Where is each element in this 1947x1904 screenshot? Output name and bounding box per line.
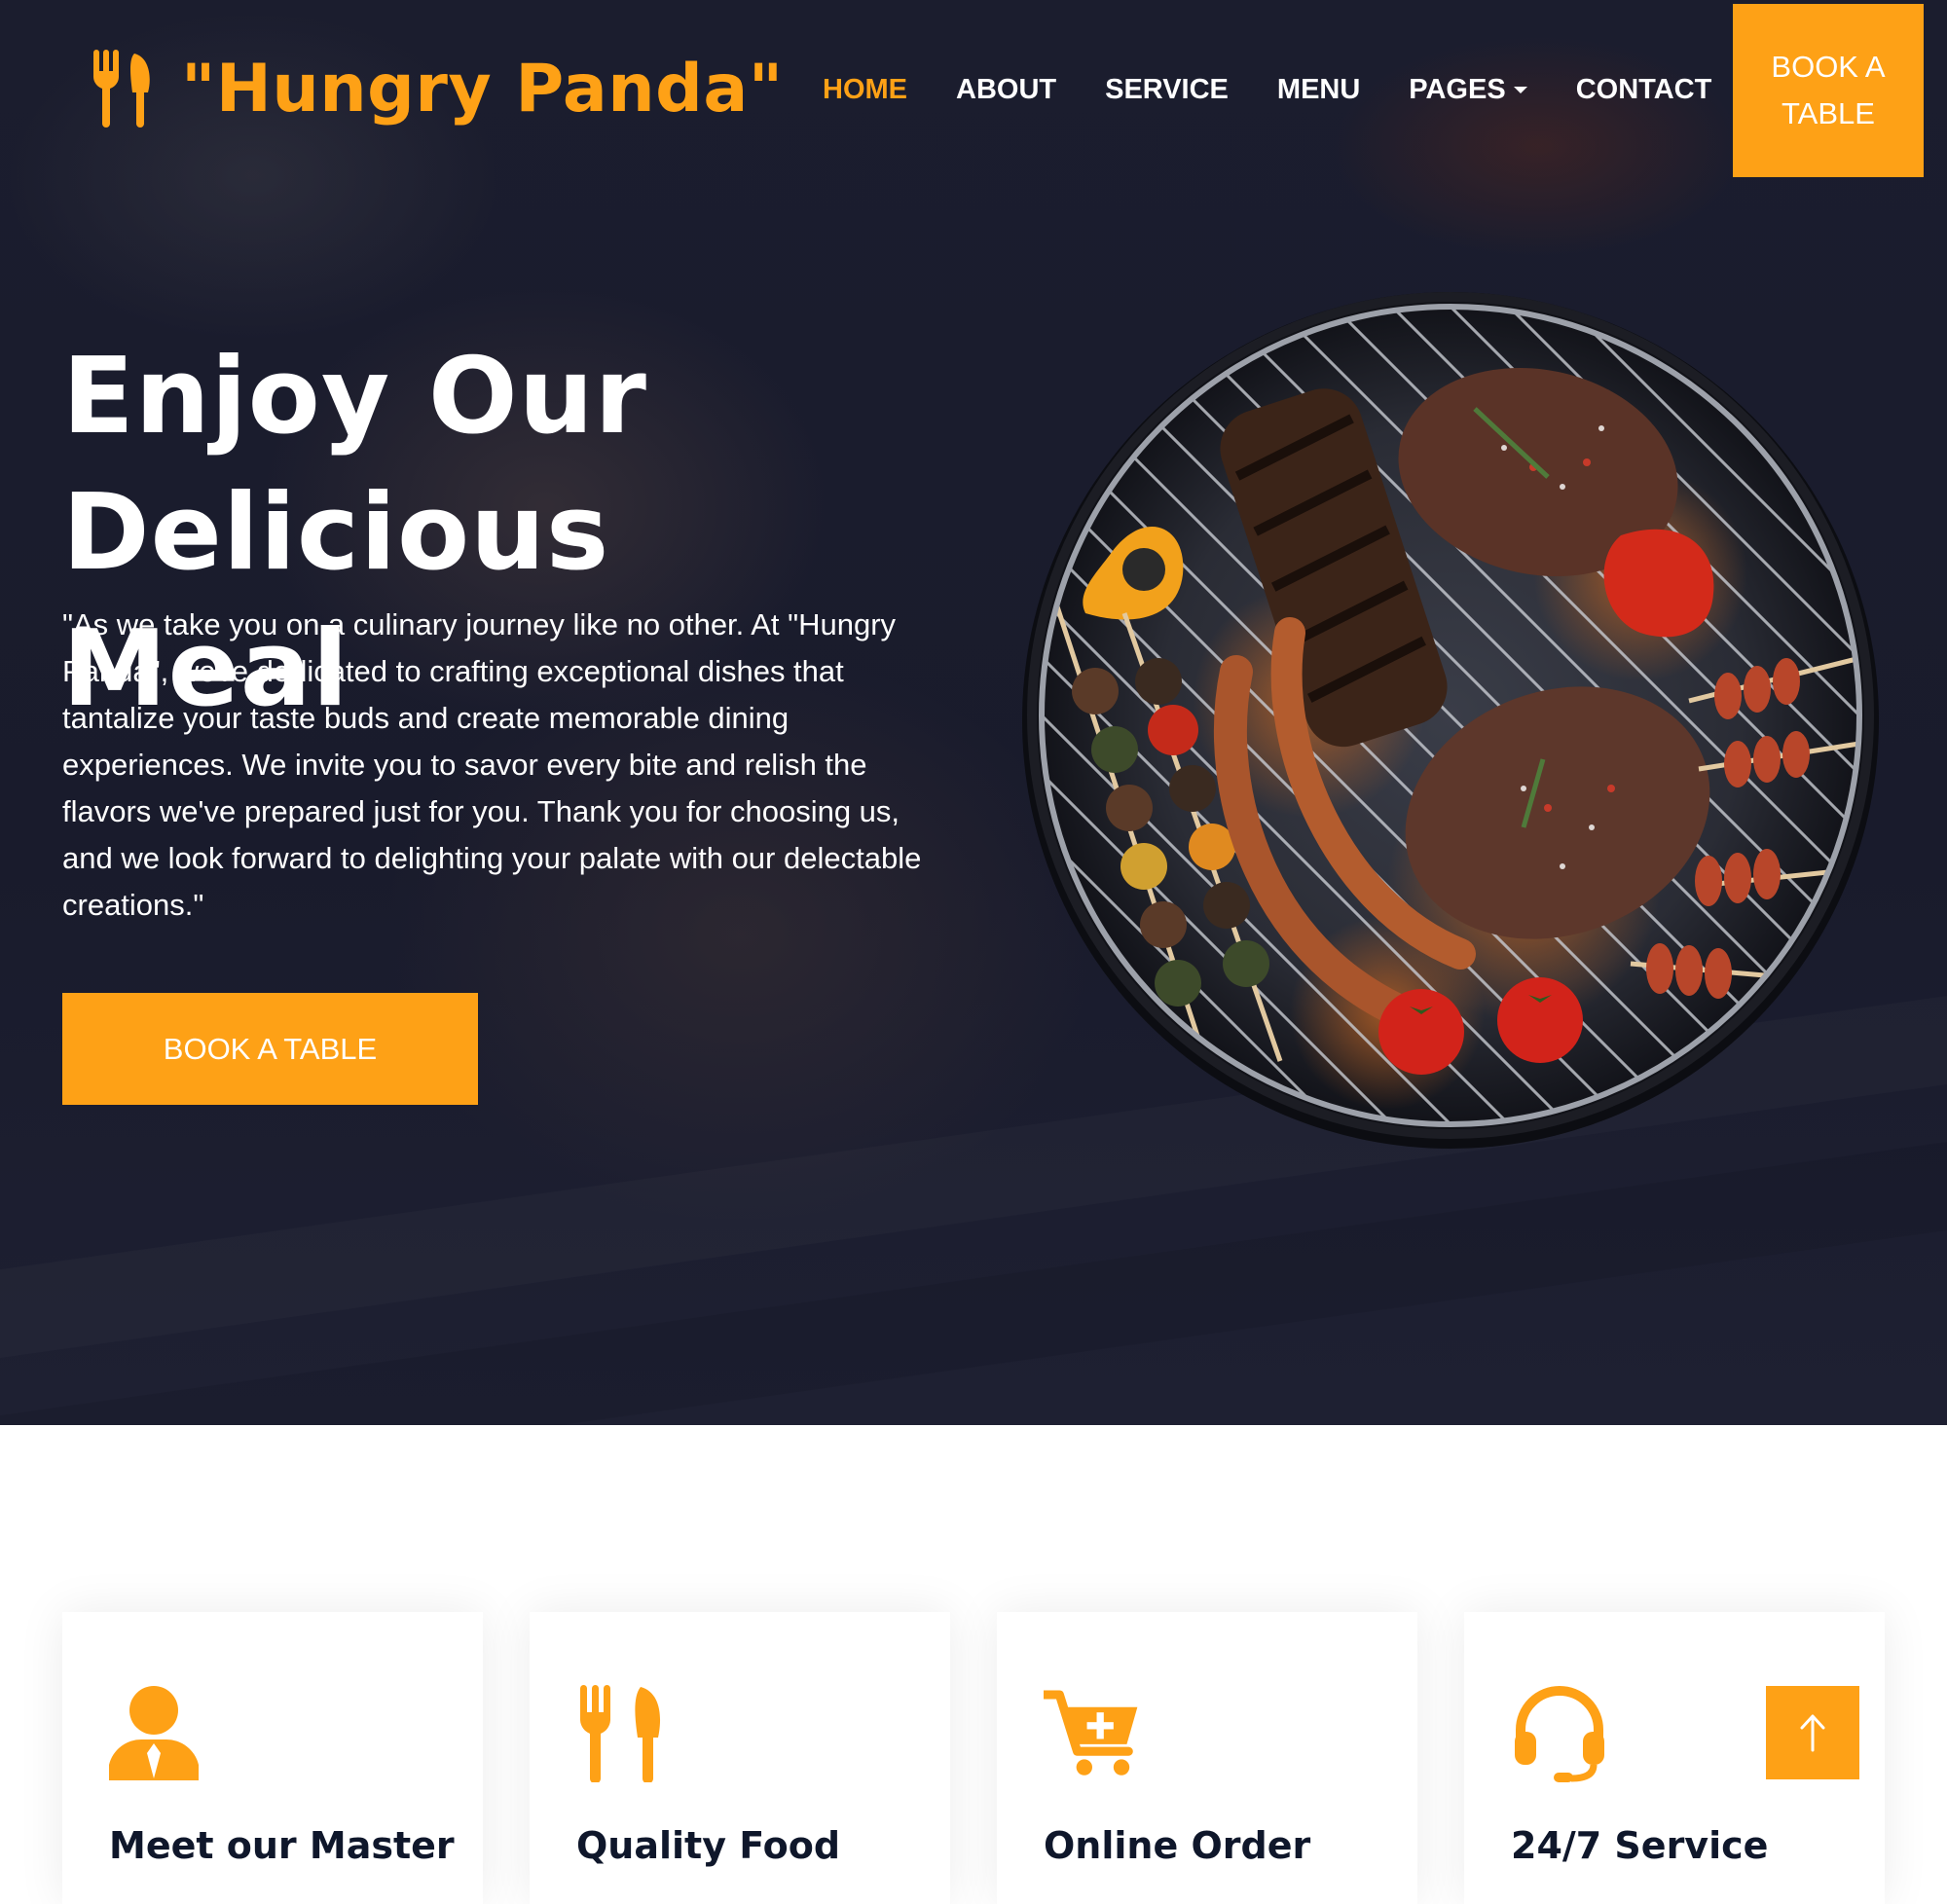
nav-pages-label: PAGES: [1409, 73, 1506, 105]
service-card-title: Quality Food: [576, 1824, 841, 1867]
chef-icon: [109, 1686, 199, 1780]
hero-title-line1: Enjoy Our: [62, 336, 647, 458]
hero-description: "As we take you on a culinary journey li…: [62, 607, 922, 922]
service-card-title: 24/7 Service: [1511, 1824, 1769, 1867]
back-to-top-button[interactable]: [1766, 1686, 1859, 1779]
book-table-hero-button[interactable]: BOOK A TABLE: [62, 993, 478, 1105]
arrow-up-icon: [1800, 1714, 1825, 1752]
nav-pages-dropdown[interactable]: PAGES: [1409, 73, 1527, 106]
nav-service[interactable]: SERVICE: [1105, 74, 1229, 106]
service-card-title: Online Order: [1044, 1824, 1311, 1867]
nav-contact[interactable]: CONTACT: [1576, 74, 1712, 106]
headset-icon: [1515, 1686, 1604, 1782]
book-table-nav-button[interactable]: BOOK A TABLE: [1733, 4, 1924, 177]
nav-about[interactable]: ABOUT: [956, 74, 1056, 106]
nav-menu[interactable]: MENU: [1277, 74, 1360, 106]
main-nav: HOME ABOUT SERVICE MENU PAGES CONTACT: [823, 66, 1760, 113]
grill-food-image: [1022, 292, 1879, 1149]
nav-home[interactable]: HOME: [823, 74, 907, 106]
brand-logo[interactable]: "Hungry Panda": [92, 45, 784, 132]
utensils-icon: [93, 50, 150, 128]
service-card: Online Order: [997, 1612, 1417, 1904]
service-card-title: Meet our Master: [109, 1824, 455, 1867]
hero-section: "Hungry Panda" HOME ABOUT SERVICE MENU P…: [0, 0, 1947, 1425]
brand-name: "Hungry Panda": [181, 50, 784, 128]
service-card: Quality Food: [530, 1612, 950, 1904]
caret-down-icon: [1513, 86, 1527, 93]
utensils-icon: [580, 1685, 660, 1782]
cart-plus-icon: [1044, 1690, 1138, 1776]
service-card: Meet our Master: [62, 1612, 483, 1904]
services-section: Meet our Master Quality Food Online Orde…: [0, 1425, 1947, 1904]
